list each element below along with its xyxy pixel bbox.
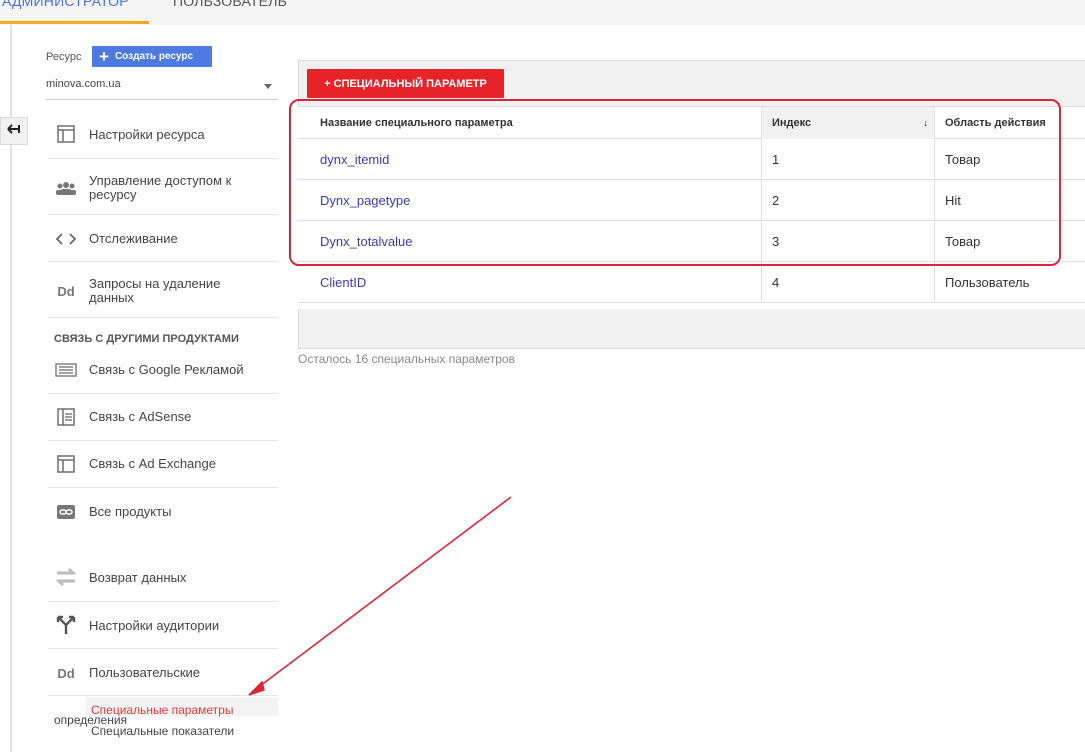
dimension-name-link[interactable]: dynx_itemid — [320, 139, 389, 179]
tab-admin[interactable]: АДМИНИСТРАТОР — [2, 0, 129, 18]
dimension-name-link[interactable]: Dynx_pagetype — [320, 180, 410, 220]
table-row: ClientID 4 Пользователь — [298, 262, 1085, 303]
resource-label: Ресурс — [46, 51, 82, 63]
active-tab-indicator — [0, 21, 149, 24]
dimension-scope: Товар — [945, 233, 981, 249]
column-header-index[interactable]: Индекс ↓ — [761, 107, 934, 139]
divider — [48, 317, 278, 318]
add-custom-dimension-button[interactable]: + СПЕЦИАЛЬНЫЙ ПАРАМЕТР — [307, 69, 504, 98]
chevron-down-icon — [264, 84, 272, 89]
ad-exchange-icon — [54, 454, 78, 474]
nav-item-audience-settings[interactable]: Настройки аудитории — [48, 615, 278, 637]
nav-label: Связь с Ad Exchange — [89, 456, 216, 471]
divider — [48, 648, 278, 649]
nav-item-all-products[interactable]: Все продукты — [48, 502, 278, 522]
nav-item-property-settings[interactable]: Настройки ресурса — [48, 124, 278, 144]
window-icon — [54, 124, 78, 144]
back-arrow-icon — [7, 122, 21, 140]
section-header-product-links: СВЯЗЬ С ДРУГИМИ ПРОДУКТАМИ — [54, 333, 239, 345]
nav-item-data-deletion[interactable]: Dd Запросы на удаление данных — [48, 276, 278, 306]
tab-users[interactable]: ПОЛЬЗОВАТЕЛЬ — [173, 0, 287, 18]
dimension-index: 1 — [772, 151, 780, 167]
dimension-scope: Hit — [945, 192, 961, 208]
dimension-scope: Пользователь — [945, 274, 1030, 290]
nav-label: Настройки ресурса — [89, 127, 205, 142]
nav-item-ad-exchange-link[interactable]: Связь с Ad Exchange — [48, 454, 278, 474]
nav-label: Запросы на удаление данных — [89, 276, 221, 305]
nav-label: Возврат данных — [89, 570, 187, 585]
divider — [48, 487, 278, 488]
custom-dimensions-table: Название специального параметра Индекс ↓… — [298, 106, 1085, 309]
table-row: dynx_itemid 1 Товар — [298, 139, 1085, 180]
dimension-scope: Товар — [945, 151, 981, 167]
resource-select[interactable]: minova.com.ua — [46, 78, 278, 100]
nav-label: Связь с Google Рекламой — [89, 362, 244, 377]
nav-label: Все продукты — [89, 504, 172, 519]
resource-select-value: minova.com.ua — [46, 78, 121, 90]
nav-label: Пользовательские — [89, 665, 201, 680]
column-divider — [761, 106, 762, 303]
nav-item-tracking[interactable]: Отслеживание — [48, 229, 278, 249]
table-row: Dynx_totalvalue 3 Товар — [298, 221, 1085, 262]
nav-item-google-ads-link[interactable]: Связь с Google Рекламой — [48, 360, 278, 380]
audience-fork-icon — [54, 615, 78, 635]
nav-item-adsense-link[interactable]: Связь с AdSense — [48, 407, 278, 427]
column-divider — [934, 106, 935, 303]
column-header-name[interactable]: Название специального параметра — [320, 107, 513, 139]
nav-item-access-management[interactable]: Управление доступом к ресурсу — [48, 173, 278, 203]
dimension-index: 2 — [772, 192, 780, 208]
google-ads-icon — [54, 360, 78, 380]
sub-item-custom-metrics[interactable]: Специальные показатели — [91, 724, 234, 738]
adsense-icon — [54, 407, 78, 427]
divider — [48, 261, 278, 262]
back-button[interactable] — [0, 117, 28, 145]
divider — [48, 158, 278, 159]
dd-icon: Dd — [57, 665, 75, 681]
dimension-index: 3 — [772, 233, 780, 249]
data-return-icon — [54, 567, 78, 587]
divider — [48, 393, 278, 394]
column-header-index-label: Индекс — [772, 117, 812, 129]
people-icon — [54, 178, 78, 198]
divider — [48, 695, 278, 696]
top-tab-bar: АДМИНИСТРАТОР ПОЛЬЗОВАТЕЛЬ — [0, 0, 1085, 25]
table-row: Dynx_pagetype 2 Hit — [298, 180, 1085, 221]
nav-label: Связь с AdSense — [89, 409, 192, 424]
remaining-count-text: Осталось 16 специальных параметров — [298, 352, 515, 366]
column-header-scope[interactable]: Область действия — [935, 107, 1046, 139]
create-resource-label: Создать ресурс — [114, 51, 194, 62]
code-icon — [54, 229, 78, 249]
nav-label: Отслеживание — [89, 231, 178, 246]
divider — [48, 440, 278, 441]
nav-item-data-import[interactable]: Возврат данных — [48, 567, 278, 589]
dd-icon: Dd — [57, 283, 75, 299]
link-icon — [54, 502, 78, 522]
dimension-name-link[interactable]: Dynx_totalvalue — [320, 221, 413, 261]
create-resource-button[interactable]: + Создать ресурс — [92, 46, 212, 67]
dimension-name-link[interactable]: ClientID — [320, 262, 366, 302]
table-header: Название специального параметра Индекс ↓… — [298, 106, 1085, 139]
divider — [48, 601, 278, 602]
dimension-index: 4 — [772, 274, 780, 290]
nav-label: Настройки аудитории — [89, 618, 220, 633]
plus-icon: + — [99, 47, 109, 66]
sort-down-arrow-icon: ↓ — [923, 118, 928, 129]
divider — [48, 214, 278, 215]
nav-item-custom-definitions[interactable]: Dd Пользовательские — [48, 663, 278, 683]
nav-label: Управление доступом к ресурсу — [89, 173, 232, 202]
